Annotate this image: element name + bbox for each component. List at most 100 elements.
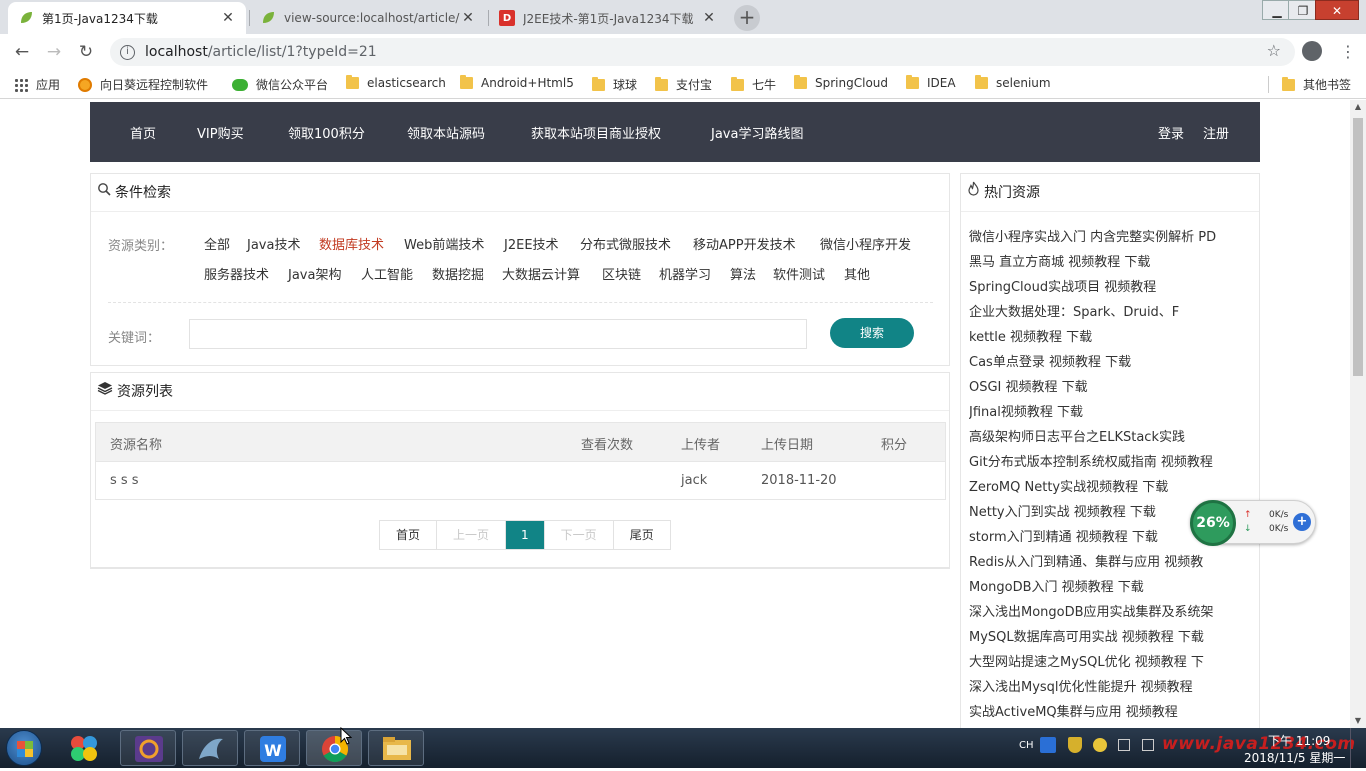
hot-item[interactable]: 微信小程序实战入门 内含完整实例解析 PD	[969, 226, 1259, 245]
close-tab-icon[interactable]: ✕	[220, 10, 236, 26]
search-button[interactable]: 搜索	[830, 318, 914, 348]
category-microservice[interactable]: 分布式微服技术	[580, 234, 671, 253]
clock-date[interactable]: 2018/11/5 星期一	[1244, 749, 1345, 766]
back-icon[interactable]: ←	[12, 42, 32, 62]
forward-icon[interactable]: →	[44, 42, 64, 62]
bookmark-other[interactable]: 其他书签	[1282, 76, 1351, 93]
show-desktop-button[interactable]	[1350, 728, 1366, 768]
hot-item[interactable]: 企业大数据处理：Spark、Druid、F	[969, 301, 1259, 320]
bookmark-alipay[interactable]: 支付宝	[655, 76, 712, 93]
page-current[interactable]: 1	[506, 521, 545, 549]
hot-item[interactable]: Jfinal视频教程 下载	[969, 401, 1259, 420]
menu-icon[interactable]: ⋮	[1340, 42, 1356, 61]
category-other[interactable]: 其他	[844, 264, 870, 283]
nav-home[interactable]: 首页	[130, 123, 156, 142]
keyword-input[interactable]	[189, 319, 807, 349]
bookmark-star-icon[interactable]: ☆	[1267, 41, 1281, 60]
category-ml[interactable]: 机器学习	[659, 264, 711, 283]
maximize-button[interactable]: ❐	[1288, 0, 1318, 20]
plus-icon[interactable]: +	[1293, 513, 1311, 531]
close-window-button[interactable]: ✕	[1315, 0, 1359, 20]
hot-item[interactable]: Redis从入门到精通、集群与应用 视频教	[969, 551, 1259, 570]
tab-j2ee[interactable]: D J2EE技术-第1页-Java1234下载 ✕	[489, 2, 727, 34]
hot-item[interactable]: kettle 视频教程 下载	[969, 326, 1259, 345]
info-icon[interactable]: i	[120, 44, 135, 60]
flag-icon[interactable]	[1142, 739, 1154, 751]
search-tray-icon[interactable]	[1040, 737, 1056, 753]
scroll-thumb[interactable]	[1353, 118, 1363, 376]
category-web[interactable]: Web前端技术	[404, 234, 484, 253]
bookmark-apps[interactable]: 应用	[14, 76, 60, 93]
page-first[interactable]: 首页	[380, 521, 438, 549]
category-mobile[interactable]: 移动APP开发技术	[693, 234, 796, 253]
account-icon[interactable]	[1302, 41, 1322, 61]
url-bar[interactable]: i localhost/article/list/1?typeId=21 ☆	[110, 38, 1295, 66]
bookmark-wechat[interactable]: 微信公众平台	[232, 76, 328, 93]
hot-item[interactable]: 大型网站提速之MySQL优化 视频教程 下	[969, 651, 1259, 670]
colorful-app-icon[interactable]	[56, 730, 112, 766]
java-ee-ide-icon[interactable]	[120, 730, 176, 766]
clock-time[interactable]: 下午 11:09	[1268, 732, 1330, 749]
nav-source[interactable]: 领取本站源码	[407, 123, 485, 142]
file-explorer-icon[interactable]	[368, 730, 424, 766]
network-icon[interactable]	[1118, 739, 1130, 751]
close-tab-icon[interactable]: ✕	[460, 10, 476, 26]
network-speed-widget[interactable]: 26% ↑ ↓ 0K/s 0K/s +	[1190, 500, 1316, 546]
hot-item[interactable]: 黑马 直立方商城 视频教程 下载	[969, 251, 1259, 270]
wps-writer-icon[interactable]: W	[244, 730, 300, 766]
category-algorithm[interactable]: 算法	[730, 264, 756, 283]
bookmark-elasticsearch[interactable]: elasticsearch	[346, 75, 446, 90]
nav-roadmap[interactable]: Java学习路线图	[711, 123, 803, 142]
hot-item[interactable]: MySQL数据库高可用实战 视频教程 下载	[969, 626, 1259, 645]
hot-item[interactable]: ZeroMQ Netty实战视频教程 下载	[969, 476, 1259, 495]
chrome-icon[interactable]	[306, 730, 362, 766]
hot-item[interactable]: Git分布式版本控制系统权威指南 视频教程	[969, 451, 1259, 470]
bookmark-qiniu[interactable]: 七牛	[731, 76, 776, 93]
new-tab-button[interactable]: +	[734, 5, 760, 31]
nav-vip[interactable]: VIP购买	[197, 123, 244, 142]
reload-icon[interactable]: ↻	[76, 42, 96, 62]
nav-license[interactable]: 获取本站项目商业授权	[531, 123, 661, 142]
hot-item[interactable]: OSGI 视频教程 下载	[969, 376, 1259, 395]
page-next[interactable]: 下一页	[544, 521, 614, 549]
start-button[interactable]	[6, 730, 42, 766]
category-database[interactable]: 数据库技术	[319, 234, 384, 253]
nav-points[interactable]: 领取100积分	[288, 123, 365, 142]
page-prev[interactable]: 上一页	[437, 521, 507, 549]
category-bigdata[interactable]: 大数据云计算	[502, 264, 580, 283]
tab-view-source[interactable]: view-source:localhost/article/l ✕	[250, 2, 486, 34]
login-link[interactable]: 登录	[1158, 123, 1184, 142]
category-all[interactable]: 全部	[204, 234, 230, 253]
category-blockchain[interactable]: 区块链	[602, 264, 641, 283]
category-server[interactable]: 服务器技术	[204, 264, 269, 283]
close-tab-icon[interactable]: ✕	[701, 10, 717, 26]
tab-current[interactable]: 第1页-Java1234下载 ✕	[8, 2, 246, 34]
bookmark-selenium[interactable]: selenium	[975, 75, 1051, 90]
bookmark-springcloud[interactable]: SpringCloud	[794, 75, 888, 90]
category-java-arch[interactable]: Java架构	[288, 264, 341, 283]
page-scrollbar[interactable]: ▲ ▼	[1350, 100, 1366, 728]
category-data-mining[interactable]: 数据挖掘	[432, 264, 484, 283]
category-testing[interactable]: 软件测试	[773, 264, 825, 283]
resource-name-link[interactable]: s s s	[110, 473, 139, 488]
category-j2ee[interactable]: J2EE技术	[504, 234, 559, 253]
hot-item[interactable]: MongoDB入门 视频教程 下载	[969, 576, 1259, 595]
bookmark-idea[interactable]: IDEA	[906, 75, 956, 90]
hot-item[interactable]: Cas单点登录 视频教程 下载	[969, 351, 1259, 370]
plus-tray-icon[interactable]	[1093, 738, 1107, 752]
hot-item[interactable]: 实战ActiveMQ集群与应用 视频教程	[969, 701, 1259, 720]
category-miniprogram[interactable]: 微信小程序开发	[820, 234, 911, 253]
hot-item[interactable]: 深入浅出Mysql优化性能提升 视频教程	[969, 676, 1259, 695]
category-java[interactable]: Java技术	[247, 234, 300, 253]
hot-item[interactable]: SpringCloud实战项目 视频教程	[969, 276, 1259, 295]
mysql-dolphin-icon[interactable]	[182, 730, 238, 766]
hot-item[interactable]: 深入浅出MongoDB应用实战集群及系统架	[969, 601, 1259, 620]
table-row[interactable]: s s s jack 2018-11-20	[96, 461, 945, 499]
bookmark-qiuqiu[interactable]: 球球	[592, 76, 637, 93]
category-ai[interactable]: 人工智能	[361, 264, 413, 283]
shield-icon[interactable]	[1068, 737, 1082, 753]
bookmark-android[interactable]: Android+Html5	[460, 75, 574, 90]
register-link[interactable]: 注册	[1203, 123, 1229, 142]
ime-indicator[interactable]: CH	[1019, 740, 1034, 751]
hot-item[interactable]: 高级架构师日志平台之ELKStack实践	[969, 426, 1259, 445]
